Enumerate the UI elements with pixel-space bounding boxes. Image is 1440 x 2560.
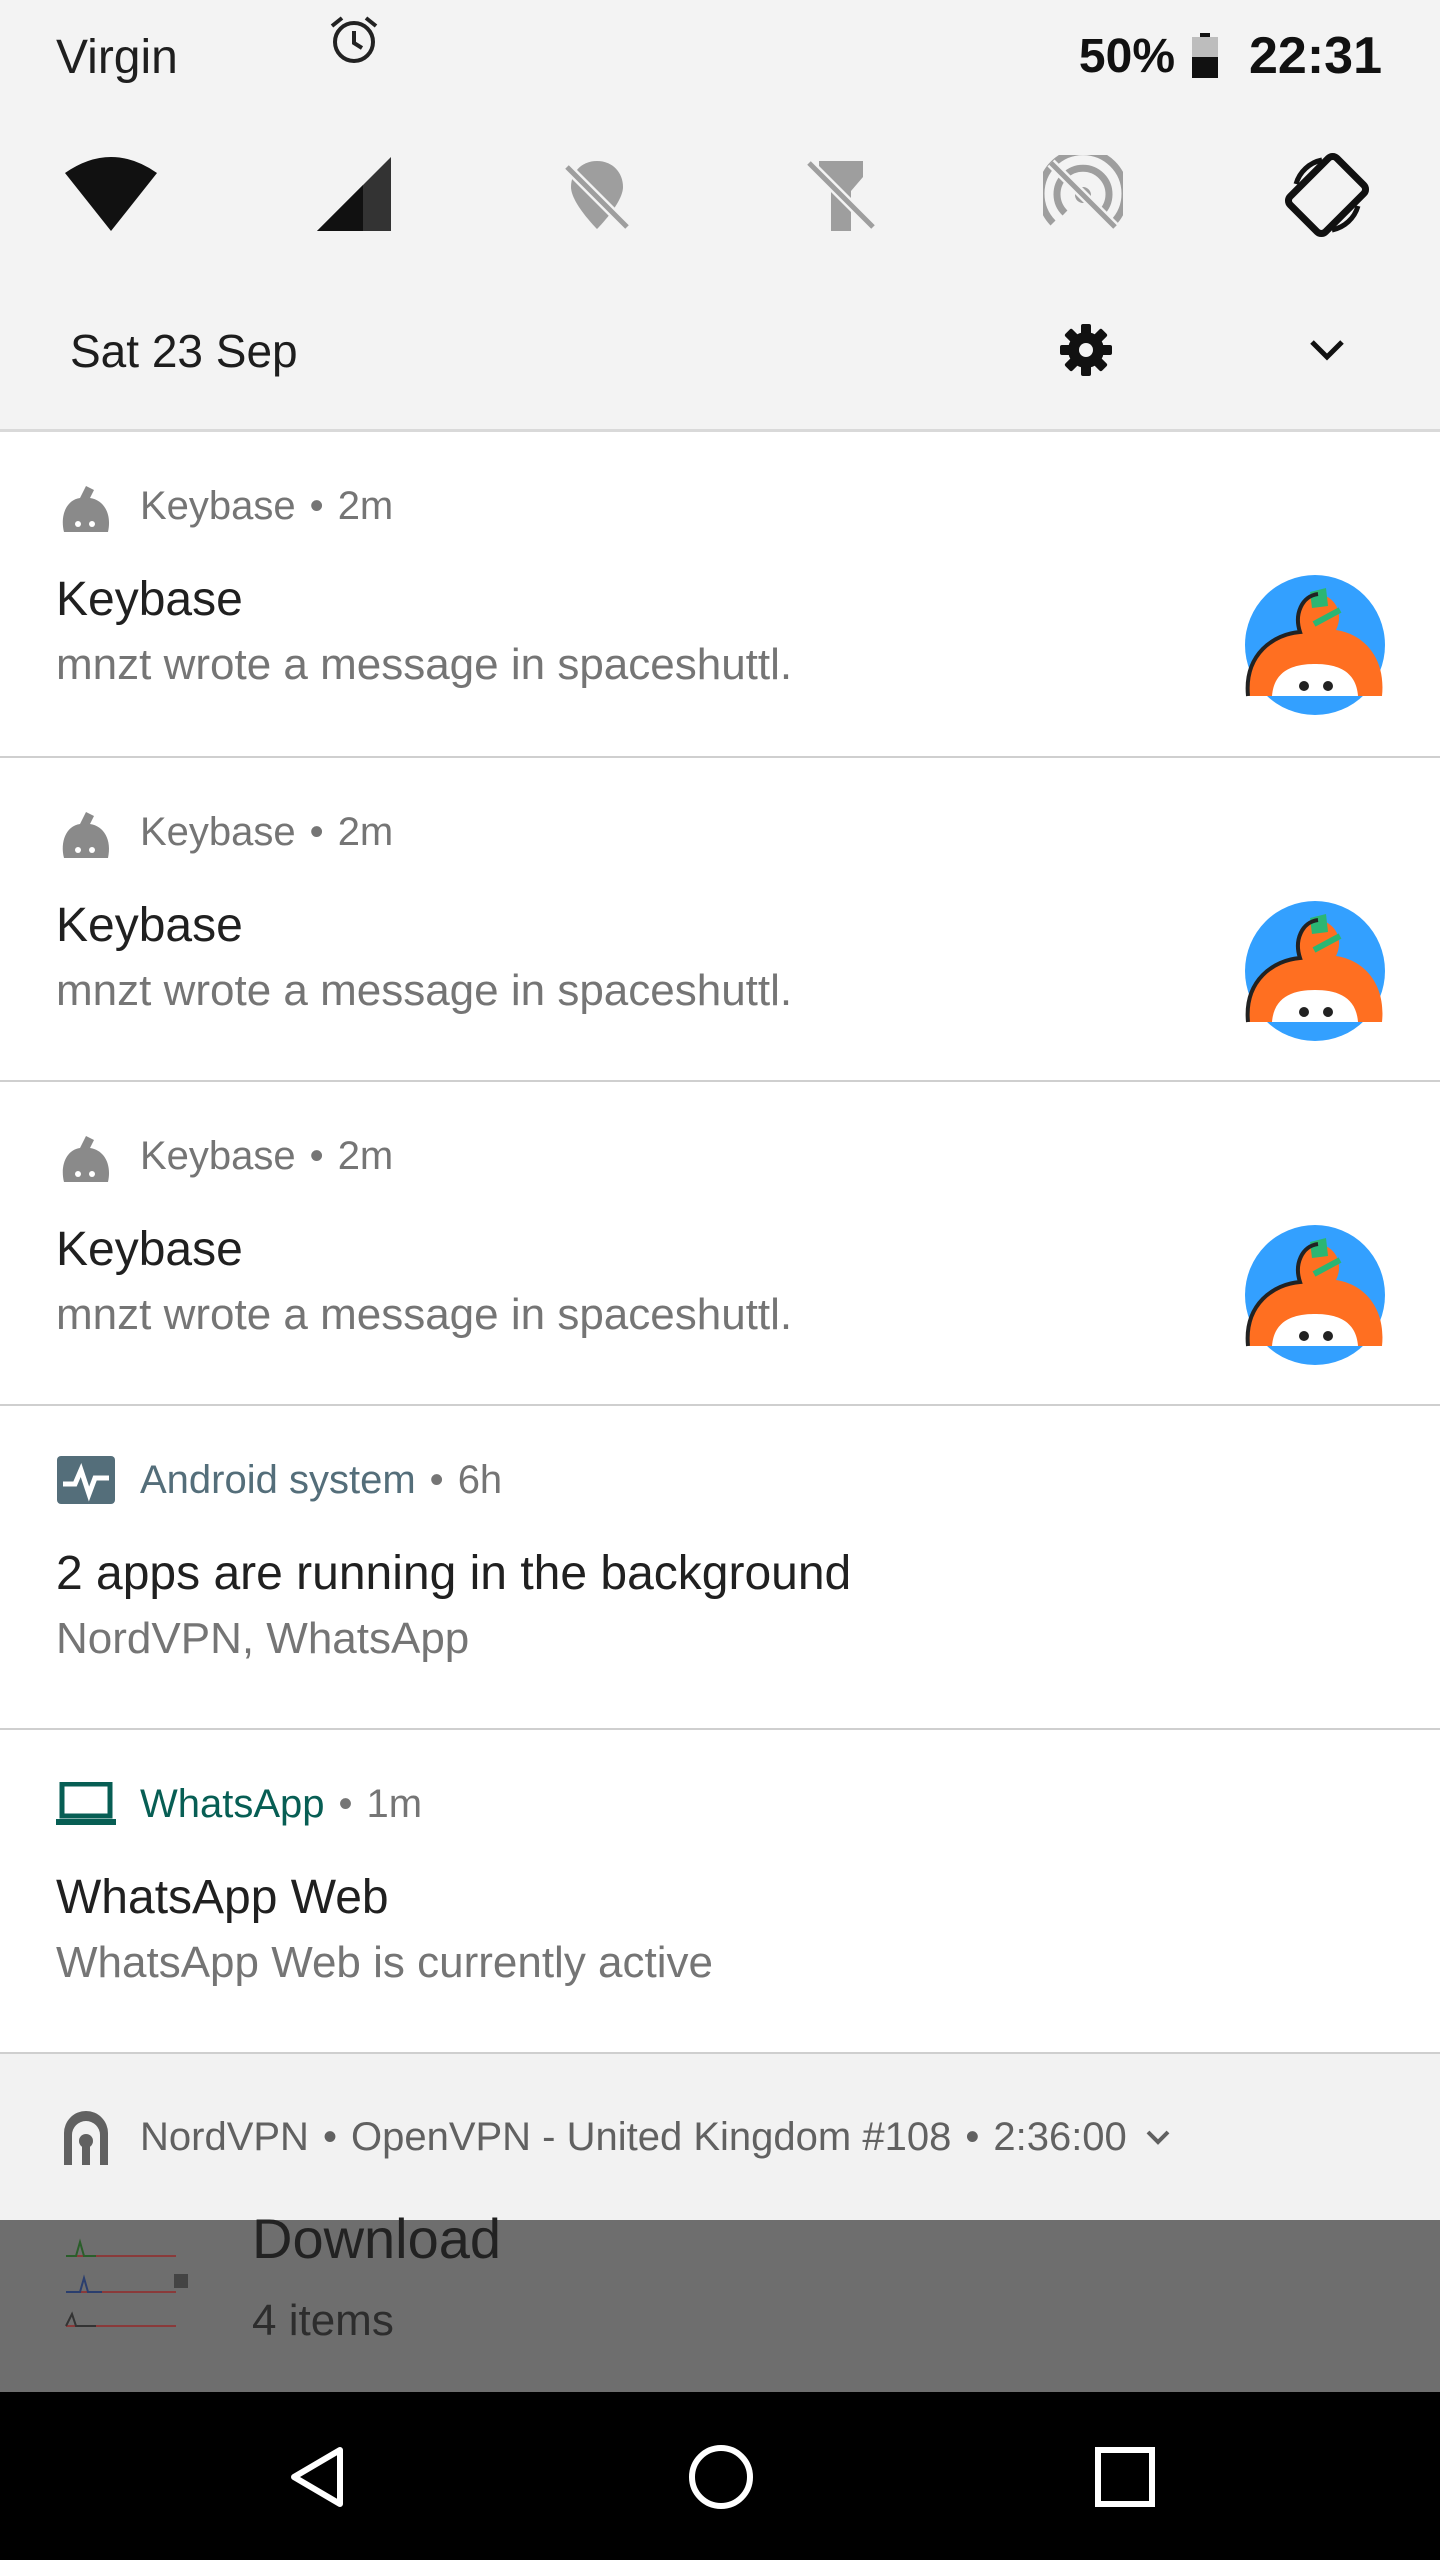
notification-app-name: Keybase — [140, 483, 296, 528]
notification-app-name: Keybase — [140, 809, 296, 854]
chevron-down-icon[interactable] — [1143, 2125, 1173, 2149]
recents-icon — [1095, 2447, 1155, 2507]
date-label[interactable]: Sat 23 Sep — [70, 324, 298, 378]
notification-header: Keybase • 2m — [56, 804, 393, 860]
status-bar: Virgin 50% 22:31 — [0, 0, 1440, 118]
flashlight-off-icon — [805, 159, 877, 231]
notification-time: 2m — [337, 809, 394, 854]
notification-header: Keybase • 2m — [56, 1128, 393, 1184]
hotspot-tile[interactable] — [1028, 140, 1138, 250]
home-button[interactable] — [676, 2432, 766, 2522]
separator-dot: • — [429, 1457, 444, 1502]
notification-keybase-2[interactable]: Keybase • 2m Keybase mnzt wrote a messag… — [0, 758, 1440, 1082]
notification-title: Keybase — [56, 573, 243, 626]
recents-button[interactable] — [1080, 2432, 1170, 2522]
notification-app-name: Android system — [140, 1457, 416, 1502]
notification-app-name: NordVPN — [140, 2114, 309, 2159]
notification-header: Android system • 6h — [56, 1452, 502, 1508]
activity-monitor-icon — [56, 1450, 116, 1510]
chevron-down-icon[interactable] — [1302, 330, 1352, 372]
auto-rotate-icon — [1284, 152, 1370, 238]
notification-title: Keybase — [56, 899, 243, 952]
status-right: 50% 22:31 — [1079, 26, 1382, 86]
notification-body: NordVPN, WhatsApp — [56, 1614, 470, 1663]
date-row: Sat 23 Sep — [0, 310, 1440, 392]
notification-time: 1m — [366, 1781, 423, 1826]
notification-keybase-1[interactable]: Keybase • 2m Keybase mnzt wrote a messag… — [0, 432, 1440, 758]
download-subtitle: 4 items — [252, 2296, 394, 2345]
battery-percent: 50% — [1078, 29, 1175, 83]
keybase-avatar-icon — [1245, 575, 1385, 715]
notification-android-system[interactable]: Android system • 6h 2 apps are running i… — [0, 1406, 1440, 1730]
battery-icon — [1191, 33, 1219, 79]
gear-icon[interactable] — [1058, 322, 1114, 378]
hotspot-off-icon — [1043, 155, 1123, 231]
download-notification-dimmed[interactable] — [0, 2220, 1440, 2392]
notification-body: mnzt wrote a message in spaceshuttl. — [56, 966, 793, 1015]
cellular-signal-icon — [317, 157, 391, 231]
notification-time: 6h — [457, 1457, 503, 1502]
notification-body: mnzt wrote a message in spaceshuttl. — [56, 1290, 793, 1339]
notification-time: 2m — [337, 1133, 394, 1178]
separator-dot: • — [322, 2114, 337, 2159]
notification-app-name: Keybase — [140, 1133, 296, 1178]
carrier-name: Virgin — [56, 31, 178, 84]
wifi-icon — [65, 157, 157, 231]
notification-body: WhatsApp Web is currently active — [56, 1938, 713, 1987]
cellular-tile[interactable] — [300, 140, 410, 250]
download-thumbnail-image — [56, 2226, 198, 2340]
keybase-app-icon — [56, 476, 116, 536]
download-title: Download — [252, 2207, 502, 2270]
back-button[interactable] — [272, 2432, 362, 2522]
separator-dot: • — [338, 1781, 353, 1826]
separator-dot: • — [309, 1133, 324, 1178]
keybase-app-icon — [56, 1126, 116, 1186]
home-icon — [689, 2445, 753, 2509]
quick-settings-panel: Virgin 50% 22:31 Sat 23 Sep — [0, 0, 1440, 432]
notification-header: Keybase • 2m — [56, 478, 393, 534]
nordvpn-icon — [56, 2107, 116, 2167]
keybase-avatar-icon — [1245, 1225, 1385, 1365]
wifi-tile[interactable] — [56, 140, 166, 250]
notification-title: Keybase — [56, 1223, 243, 1276]
keybase-avatar-icon — [1245, 901, 1385, 1041]
back-icon — [291, 2447, 343, 2507]
location-off-icon — [563, 161, 631, 231]
alarm-icon[interactable] — [328, 14, 380, 66]
location-tile[interactable] — [542, 140, 652, 250]
clock: 22:31 — [1249, 27, 1382, 85]
quick-tiles — [0, 140, 1440, 250]
vpn-elapsed-time: 2:36:00 — [993, 2114, 1127, 2159]
notification-whatsapp[interactable]: WhatsApp • 1m WhatsApp Web WhatsApp Web … — [0, 1730, 1440, 2054]
notification-header: WhatsApp • 1m — [56, 1776, 422, 1832]
notification-time: 2m — [337, 483, 394, 528]
navigation-bar — [0, 2392, 1440, 2560]
notification-keybase-3[interactable]: Keybase • 2m Keybase mnzt wrote a messag… — [0, 1082, 1440, 1406]
notification-title: WhatsApp Web — [56, 1871, 389, 1924]
separator-dot: • — [309, 483, 324, 528]
notification-body: mnzt wrote a message in spaceshuttl. — [56, 640, 793, 689]
separator-dot: • — [965, 2114, 980, 2159]
flashlight-tile[interactable] — [786, 140, 896, 250]
keybase-app-icon — [56, 802, 116, 862]
auto-rotate-tile[interactable] — [1272, 140, 1382, 250]
vpn-server-label: OpenVPN - United Kingdom #108 — [350, 2114, 952, 2159]
notification-nordvpn[interactable]: NordVPN • OpenVPN - United Kingdom #108 … — [0, 2054, 1440, 2220]
laptop-icon — [56, 1774, 116, 1834]
separator-dot: • — [309, 809, 324, 854]
notification-title: 2 apps are running in the background — [56, 1547, 852, 1600]
notification-app-name: WhatsApp — [140, 1781, 325, 1826]
